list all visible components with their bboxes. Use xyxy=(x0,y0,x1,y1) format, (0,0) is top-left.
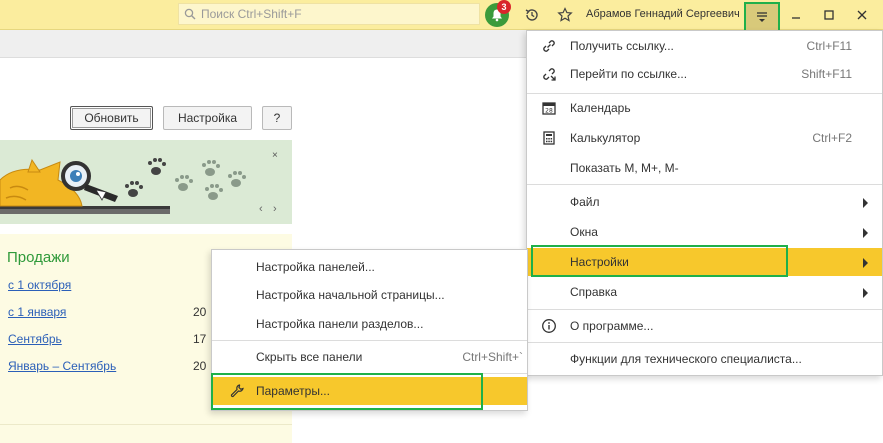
maximize-button[interactable] xyxy=(818,4,840,26)
submenu-arrow-icon xyxy=(863,198,868,208)
submenu-item-label: Скрыть все панели xyxy=(256,350,363,364)
search-placeholder: Поиск Ctrl+Shift+F xyxy=(201,7,302,21)
menu-item-shortcut: Shift+F11 xyxy=(801,67,852,81)
notifications-badge: 3 xyxy=(497,0,511,14)
menu-item-shortcut: Ctrl+F11 xyxy=(806,39,852,53)
submenu-arrow-icon xyxy=(863,258,868,268)
main-menu-button[interactable] xyxy=(744,2,780,32)
submenu-item-panels-setup[interactable]: Настройка панелей... xyxy=(212,253,527,281)
user-name[interactable]: Абрамов Геннадий Сергеевич xyxy=(586,8,740,20)
menu-separator xyxy=(527,342,882,343)
banner-prev-button[interactable]: ‹ xyxy=(259,203,263,215)
highlight-frame xyxy=(211,373,483,410)
menu-separator xyxy=(527,309,882,310)
settings-button[interactable]: Настройка xyxy=(163,106,252,130)
main-menu-dropdown: Получить ссылку... Ctrl+F11 Перейти по с… xyxy=(526,30,883,376)
menu-item-label: Функции для технического специалиста... xyxy=(570,352,802,366)
search-icon xyxy=(184,8,196,20)
info-icon xyxy=(541,318,557,334)
sales-link-september[interactable]: Сентябрь xyxy=(8,332,62,346)
highlight-frame xyxy=(531,245,788,277)
menu-item-go-to-link[interactable]: Перейти по ссылке... Shift+F11 xyxy=(527,60,882,88)
close-window-button[interactable] xyxy=(851,4,873,26)
sales-link-since-jan[interactable]: с 1 января xyxy=(8,305,66,319)
submenu-item-shortcut: Ctrl+Shift+` xyxy=(462,350,523,364)
close-icon xyxy=(857,10,867,20)
submenu-item-label: Настройка начальной страницы... xyxy=(256,288,445,302)
menu-item-label: Календарь xyxy=(570,101,631,115)
menu-separator xyxy=(527,184,882,185)
menu-item-calendar[interactable]: 28 Календарь xyxy=(527,94,882,122)
menu-item-tech-functions[interactable]: Функции для технического специалиста... xyxy=(527,345,882,373)
favorites-button[interactable] xyxy=(554,4,576,26)
menu-item-help[interactable]: Справка xyxy=(527,278,882,306)
calendar-icon: 28 xyxy=(541,100,557,116)
menu-item-label: Получить ссылку... xyxy=(570,39,674,53)
tab-strip xyxy=(0,30,526,58)
menu-item-label: О программе... xyxy=(570,319,654,333)
banner-next-button[interactable]: › xyxy=(273,203,277,215)
cat-with-magnifier-illustration xyxy=(0,158,246,214)
menu-item-label: Справка xyxy=(570,285,618,299)
menu-item-calculator[interactable]: Калькулятор Ctrl+F2 xyxy=(527,124,882,152)
menu-item-label: Калькулятор xyxy=(570,131,641,145)
help-button[interactable]: ? xyxy=(262,106,292,130)
menu-item-file[interactable]: Файл xyxy=(527,188,882,216)
promo-banner[interactable] xyxy=(0,140,292,224)
banner-close-button[interactable]: × xyxy=(272,150,278,161)
divider xyxy=(0,424,292,425)
submenu-item-hide-all-panels[interactable]: Скрыть все панели Ctrl+Shift+` xyxy=(212,343,527,371)
link-icon xyxy=(541,38,557,54)
menu-item-label: Перейти по ссылке... xyxy=(570,67,688,81)
menu-item-label: Окна xyxy=(570,225,598,239)
search-input[interactable]: Поиск Ctrl+Shift+F xyxy=(178,3,480,25)
sales-value: 17 xyxy=(193,332,207,346)
history-button[interactable] xyxy=(521,4,543,26)
menu-item-show-memory[interactable]: Показать M, M+, M- xyxy=(527,154,882,182)
menu-item-label: Показать M, M+, M- xyxy=(570,161,679,175)
menu-item-shortcut: Ctrl+F2 xyxy=(812,131,852,145)
star-icon xyxy=(557,7,573,22)
history-icon xyxy=(525,9,538,21)
goto-link-icon xyxy=(541,66,557,82)
menu-item-get-link[interactable]: Получить ссылку... Ctrl+F11 xyxy=(527,32,882,60)
menu-item-about[interactable]: О программе... xyxy=(527,312,882,340)
menu-item-windows[interactable]: Окна xyxy=(527,218,882,246)
minimize-button[interactable] xyxy=(785,4,807,26)
submenu-arrow-icon xyxy=(863,228,868,238)
submenu-item-sections-panel-setup[interactable]: Настройка панели разделов... xyxy=(212,310,527,338)
submenu-arrow-icon xyxy=(863,288,868,298)
maximize-icon xyxy=(824,10,834,20)
calculator-icon xyxy=(541,130,557,146)
refresh-button[interactable]: Обновить xyxy=(70,106,153,130)
sales-value: 20 xyxy=(193,305,207,319)
submenu-item-start-page-setup[interactable]: Настройка начальной страницы... xyxy=(212,281,527,309)
sales-title: Продажи xyxy=(7,249,70,266)
sales-link-since-oct[interactable]: с 1 октября xyxy=(8,278,71,292)
submenu-item-label: Настройка панелей... xyxy=(256,260,375,274)
sales-value: 20 xyxy=(193,359,207,373)
sales-link-jan-sep[interactable]: Январь – Сентябрь xyxy=(8,359,116,373)
submenu-item-label: Настройка панели разделов... xyxy=(256,317,424,331)
menu-icon xyxy=(757,12,767,22)
svg-text:28: 28 xyxy=(545,108,553,115)
minimize-icon xyxy=(792,17,800,19)
menu-item-label: Файл xyxy=(570,195,600,209)
menu-separator xyxy=(212,340,527,341)
